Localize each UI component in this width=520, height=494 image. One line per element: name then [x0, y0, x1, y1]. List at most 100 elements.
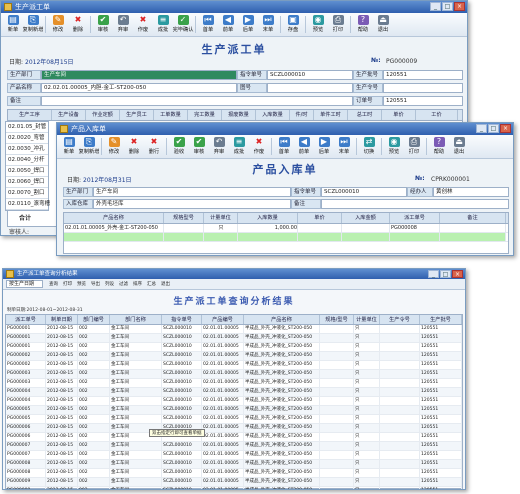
- table-row[interactable]: PG000007 2012-08-15 002 金工车间 SCZL000010 02.01…: [6, 451, 462, 460]
- toolbar-button[interactable]: ⎙ 打印: [404, 135, 424, 158]
- close-button[interactable]: ×: [500, 124, 511, 133]
- column-header[interactable]: 指令单号: [162, 315, 202, 324]
- title-bar[interactable]: 产品入库单 _ □ ×: [57, 123, 513, 135]
- toolbar-button[interactable]: ✖ 作废: [133, 13, 153, 36]
- column-header[interactable]: 单价: [382, 110, 416, 120]
- toolbar-button[interactable]: ⎙ 打印: [328, 13, 348, 36]
- list-item[interactable]: 02.0070_割口: [6, 188, 48, 199]
- toolbar-button[interactable]: ✎ 修改: [104, 135, 124, 158]
- column-header[interactable]: 部门编号: [78, 315, 110, 324]
- batch-field[interactable]: 120551: [383, 70, 463, 80]
- minimize-button[interactable]: _: [428, 270, 439, 278]
- toolbar-button[interactable]: ✔ 审核: [93, 13, 113, 36]
- table-row[interactable]: PG000004 2012-08-15 002 金工车间 SCZL000010 02.01…: [6, 388, 462, 397]
- table-row[interactable]: PG000001 2012-08-15 002 金工车间 SCZL000010 02.01…: [6, 334, 462, 343]
- minimize-button[interactable]: _: [476, 124, 487, 133]
- column-header[interactable]: 派工单号: [6, 315, 46, 324]
- toolbar-button[interactable]: ✓ 完毕确认: [173, 13, 193, 36]
- maximize-button[interactable]: □: [488, 124, 499, 133]
- column-header[interactable]: 单件工时: [314, 110, 348, 120]
- column-header[interactable]: 入库数量: [256, 110, 290, 120]
- table-row[interactable]: PG000008 2012-08-15 002 金工车间 SCZL000010 02.01…: [6, 460, 462, 469]
- toolbar-button[interactable]: ✎ 修改: [48, 13, 68, 36]
- toolbar-button[interactable]: ⏮ 首单: [274, 135, 294, 158]
- toolbar-button[interactable]: ? 帮助: [353, 13, 373, 36]
- toolbar-button[interactable]: ◀ 前单: [218, 13, 238, 36]
- close-button[interactable]: ×: [454, 2, 465, 11]
- maximize-button[interactable]: □: [442, 2, 453, 11]
- table-row[interactable]: PG000002 2012-08-15 002 金工车间 SCZL000010 02.01…: [6, 361, 462, 370]
- toolbar-button[interactable]: ⇄ 切换: [359, 135, 379, 158]
- column-header[interactable]: 规格型号: [164, 213, 204, 223]
- prodno-field[interactable]: [383, 83, 463, 93]
- toolbar-button[interactable]: ⎘ 复制新增: [79, 135, 99, 158]
- column-header[interactable]: 工价: [416, 110, 458, 120]
- toolbar-button[interactable]: 汇总: [147, 281, 156, 287]
- toolbar-button[interactable]: 查询: [49, 281, 58, 287]
- table-row[interactable]: PG000005 2012-08-15 002 金工车间 SCZL000010 02.01…: [6, 415, 462, 424]
- table-row[interactable]: PG000001 2012-08-15 002 金工车间 SCZL000010 02.01…: [6, 325, 462, 334]
- toolbar-button[interactable]: ▶ 后单: [314, 135, 334, 158]
- toolbar-button[interactable]: 列设: [105, 281, 114, 287]
- table-row[interactable]: PG0000092012-08-15002金工车间SCZL00001002.01…: [6, 478, 462, 487]
- toolbar-button[interactable]: ≡ 成批: [153, 13, 173, 36]
- toolbar-button[interactable]: ✖ 删除: [68, 13, 88, 36]
- table-row[interactable]: PG000008 2012-08-15 002 金工车间 SCZL000010 02.01…: [6, 469, 462, 478]
- table-row[interactable]: PG0000092012-08-15002金工车间SCZL00001002.01…: [6, 487, 462, 489]
- column-header[interactable]: 计量单位: [204, 213, 238, 223]
- dept-field[interactable]: 生产车间: [93, 187, 291, 197]
- list-item[interactable]: 02.0060_焊口: [6, 177, 48, 188]
- toolbar-button[interactable]: ◉ 预览: [308, 13, 328, 36]
- list-item[interactable]: 02.01.05_封管: [6, 122, 48, 133]
- title-bar[interactable]: 生产派工单 _ □ ×: [1, 1, 467, 13]
- minimize-button[interactable]: _: [430, 2, 441, 11]
- column-header[interactable]: 入库数量: [238, 213, 298, 223]
- toolbar-button[interactable]: ↶ 弃审: [209, 135, 229, 158]
- toolbar-button[interactable]: ⏏ 退出: [373, 13, 393, 36]
- table-row[interactable]: PG000007 2012-08-15 002 金工车间 SCZL000010 02.01…: [6, 442, 462, 451]
- order-field[interactable]: SCZL000010: [321, 187, 407, 197]
- toolbar-button[interactable]: 退出: [161, 281, 170, 287]
- remark-field[interactable]: [321, 199, 509, 209]
- toolbar-button[interactable]: 打印: [63, 281, 72, 287]
- handler-field[interactable]: 黄创林: [433, 187, 509, 197]
- toolbar-button[interactable]: 预览: [77, 281, 86, 287]
- warehouse-field[interactable]: 外壳毛坯库: [93, 199, 291, 209]
- toolbar-button[interactable]: ⏭ 末单: [258, 13, 278, 36]
- toolbar-button[interactable]: 排序: [133, 281, 142, 287]
- table-row[interactable]: 02.01.01.00005_外壳-金工-ST200-050 只 1,000.00 P…: [64, 224, 508, 233]
- toolbar-button[interactable]: ⏏ 退出: [449, 135, 469, 158]
- product-field[interactable]: 02.02.01.00005_内胆-金工-ST200-050: [41, 83, 237, 93]
- column-header[interactable]: 制单日期: [46, 315, 78, 324]
- column-header[interactable]: 报废数量: [222, 110, 256, 120]
- dept-field[interactable]: 生产车间: [41, 70, 237, 80]
- table-row[interactable]: PG000001 2012-08-15 002 金工车间 SCZL000010 02.01…: [6, 343, 462, 352]
- column-header[interactable]: 派工单号: [390, 213, 440, 223]
- toolbar-button[interactable]: ? 帮助: [429, 135, 449, 158]
- filter-select[interactable]: 按生产日期: [6, 280, 44, 288]
- toolbar-button[interactable]: 过滤: [119, 281, 128, 287]
- toolbar-button[interactable]: ◀ 前单: [294, 135, 314, 158]
- toolbar-button[interactable]: ▣ 存盘: [283, 13, 303, 36]
- list-item[interactable]: 02.0020_弯管: [6, 133, 48, 144]
- column-header[interactable]: 产品名称: [64, 213, 164, 223]
- column-header[interactable]: 部门名称: [110, 315, 162, 324]
- toolbar-button[interactable]: ▶ 后单: [238, 13, 258, 36]
- table-row[interactable]: PG000002 2012-08-15 002 金工车间 SCZL000010 02.01…: [6, 352, 462, 361]
- title-bar[interactable]: 生产派工单查询分析结果 _ □ ×: [3, 269, 465, 279]
- column-header[interactable]: 完工数量: [188, 110, 222, 120]
- column-header[interactable]: 生产工序: [8, 110, 52, 120]
- toolbar-button[interactable]: ◉ 预览: [384, 135, 404, 158]
- remark-field[interactable]: [41, 96, 353, 106]
- column-header[interactable]: 入库金额: [342, 213, 390, 223]
- toolbar-button[interactable]: ⏮ 首单: [198, 13, 218, 36]
- list-item[interactable]: 02.0110_滚弯槽: [6, 199, 50, 210]
- column-header[interactable]: 件/时: [290, 110, 314, 120]
- column-header[interactable]: 工单数量: [154, 110, 188, 120]
- table-row-blank[interactable]: [64, 233, 508, 242]
- column-header[interactable]: 计量单位: [354, 315, 380, 324]
- column-header[interactable]: 总工时: [348, 110, 382, 120]
- column-header[interactable]: 备注: [440, 213, 506, 223]
- column-header[interactable]: 生产批号: [420, 315, 462, 324]
- column-header[interactable]: 产品编号: [202, 315, 244, 324]
